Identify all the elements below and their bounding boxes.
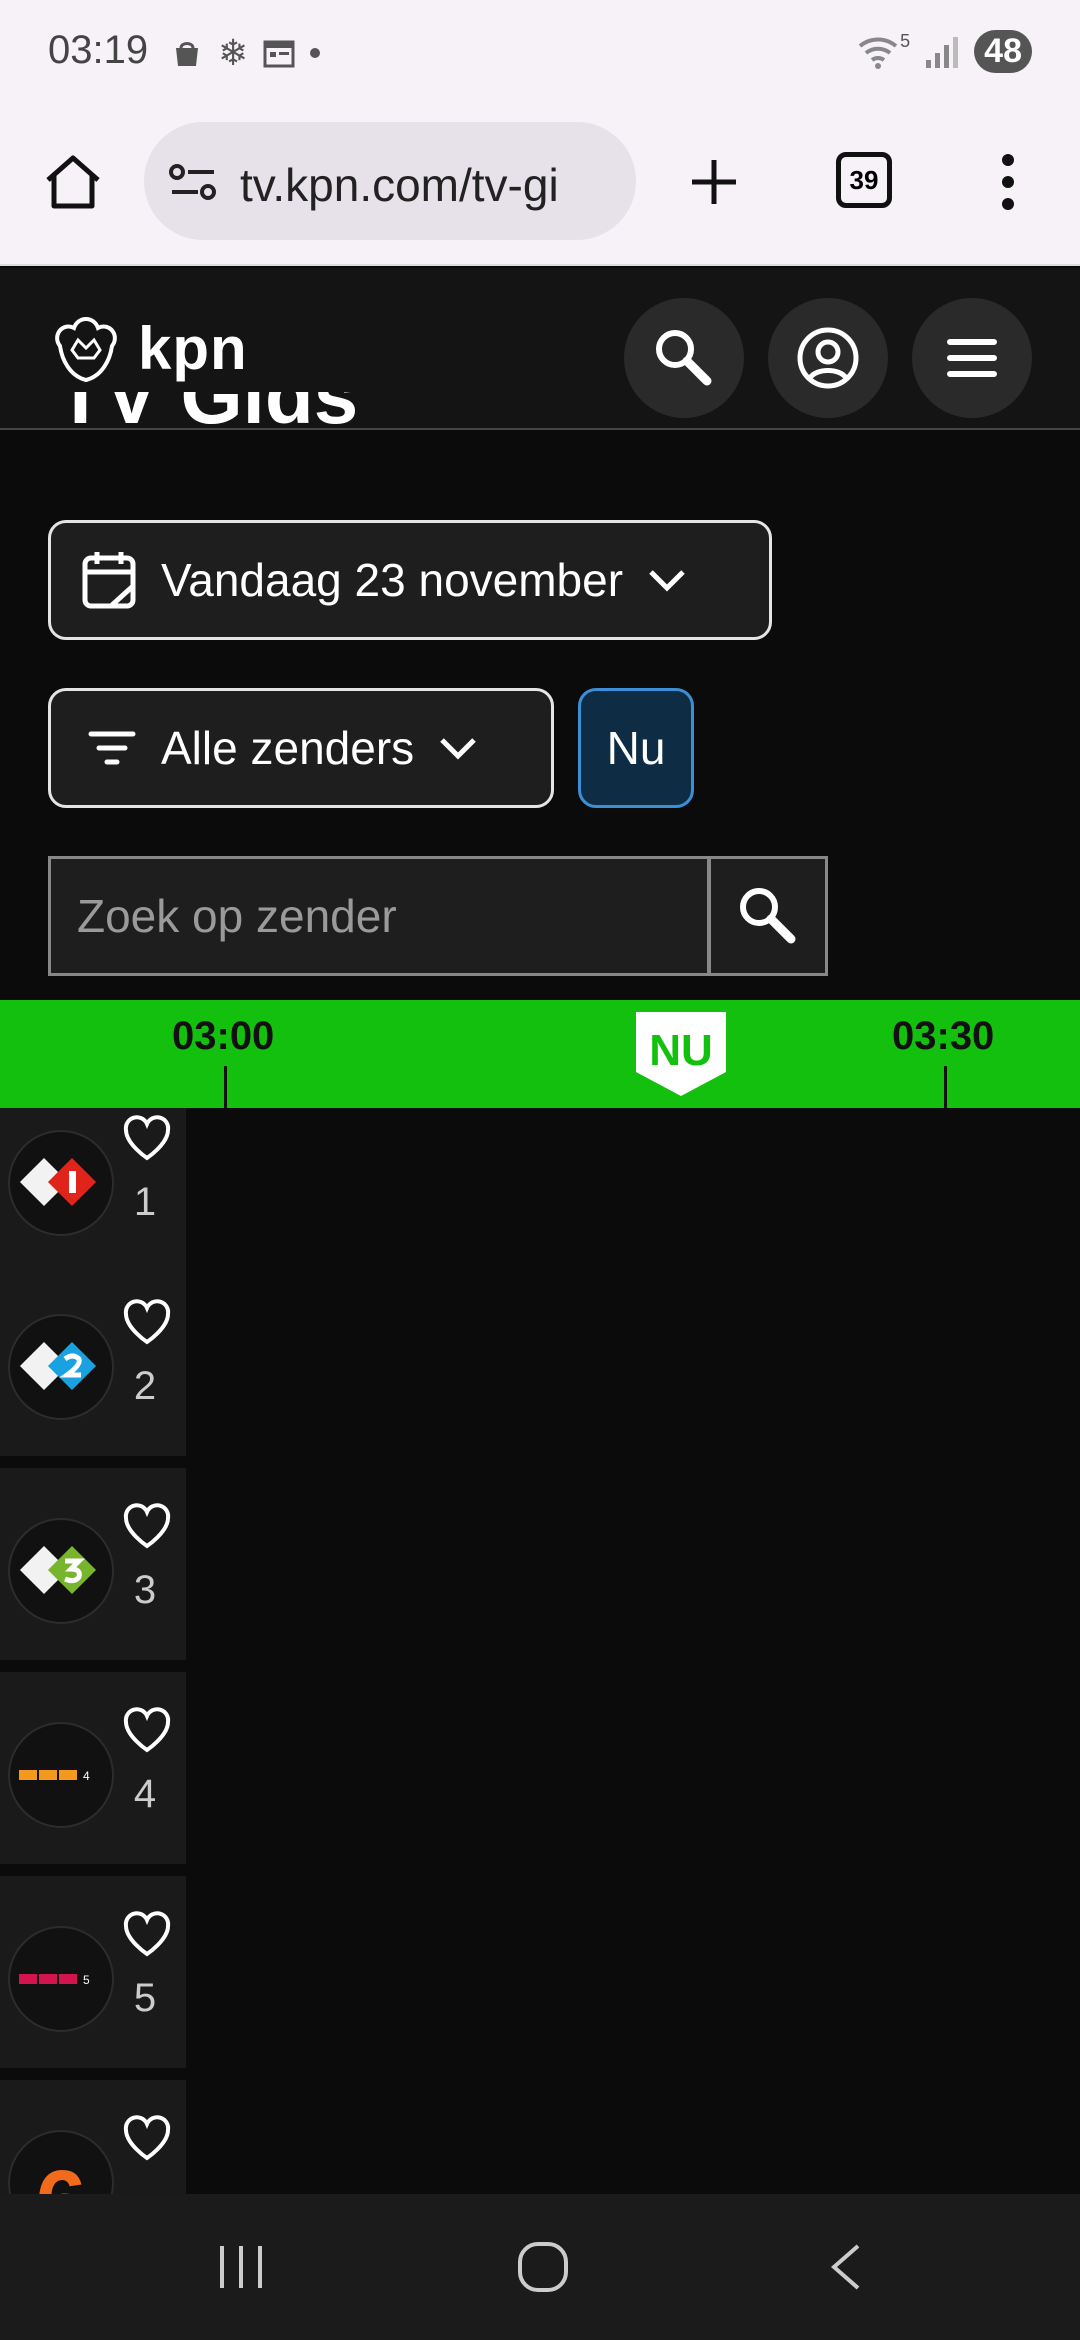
date-label: Vandaag 23 november (161, 554, 624, 606)
channel-number: 1 (133, 1180, 157, 1224)
brand-name: kpn (138, 314, 248, 382)
chevron-down-icon (440, 738, 476, 760)
kpn-logo[interactable]: kpn (46, 308, 248, 388)
channel-row[interactable]: 3 (0, 1468, 186, 1660)
wifi-label: 5 (900, 31, 911, 51)
heart-icon[interactable] (122, 2114, 172, 2162)
calendar-icon (263, 40, 295, 68)
snowflake-icon: ❄ (218, 32, 249, 73)
channel-row[interactable]: 6 (0, 2080, 186, 2194)
channel-number: 4 (133, 1772, 157, 1816)
svg-text:4: 4 (83, 1769, 90, 1783)
channel-row[interactable]: 4 4 (0, 1672, 186, 1864)
heart-icon[interactable] (122, 1502, 172, 1550)
tab-switcher-button[interactable]: 39 (836, 152, 892, 208)
header-search-button[interactable] (624, 298, 744, 418)
channel-number: 3 (133, 1568, 157, 1612)
heart-icon[interactable] (122, 1114, 172, 1162)
rtl-4-logo[interactable]: 4 (8, 1722, 114, 1828)
timeline-bar: 03:00 NU 03:30 (0, 1000, 1080, 1108)
recent-apps-icon[interactable] (216, 2242, 266, 2292)
time-label-0300: 03:00 (172, 1014, 275, 1058)
user-icon (797, 327, 859, 389)
channel-search-input[interactable]: Zoek op zender (48, 856, 710, 976)
channel-filter-dropdown[interactable]: Alle zenders (48, 688, 554, 808)
channel-row[interactable]: 1 (0, 1108, 186, 1272)
time-label-0330: 03:30 (892, 1014, 995, 1058)
back-icon[interactable] (826, 2242, 866, 2292)
svg-text:5: 5 (83, 1973, 90, 1987)
chevron-down-icon (649, 570, 685, 592)
rtl-5-logo[interactable]: 5 (8, 1926, 114, 2032)
page-title: TV Gids (56, 392, 358, 432)
time-tick (944, 1066, 947, 1108)
address-bar[interactable]: tv.kpn.com/tv-gi (144, 122, 636, 240)
time-tick (224, 1066, 227, 1108)
npo-3-logo[interactable] (8, 1518, 114, 1624)
new-tab-icon[interactable] (686, 154, 742, 210)
now-button[interactable]: Nu (578, 688, 694, 808)
channel-number: 2 (133, 1364, 157, 1408)
status-system-icons: 5 48 (856, 30, 1032, 73)
channel-filter-label: Alle zenders (161, 722, 415, 774)
hamburger-icon (947, 339, 997, 377)
shopping-bag-icon (176, 42, 198, 66)
npo-2-logo[interactable] (8, 1314, 114, 1420)
crown-icon (55, 317, 117, 383)
wifi-icon (858, 37, 898, 69)
channel-list: 1 2 3 4 4 5 5 6 (0, 1108, 1080, 2194)
heart-icon[interactable] (122, 1298, 172, 1346)
date-selector[interactable]: Vandaag 23 november (48, 520, 772, 640)
home-nav-icon[interactable] (516, 2240, 570, 2294)
site-settings-icon[interactable] (168, 162, 218, 202)
status-notification-icons: ❄ (170, 32, 321, 74)
channel-number: 5 (133, 1976, 157, 2020)
account-button[interactable] (768, 298, 888, 418)
url-text[interactable]: tv.kpn.com/tv-gi (240, 158, 620, 212)
signal-icon (926, 36, 959, 68)
search-icon (740, 888, 796, 944)
browser-toolbar: tv.kpn.com/tv-gi 39 (0, 108, 1080, 266)
channel-row[interactable]: 2 (0, 1264, 186, 1456)
channel-search-button[interactable] (708, 856, 828, 976)
channel-row[interactable]: 5 5 (0, 1876, 186, 2068)
heart-icon[interactable] (122, 1706, 172, 1754)
sbs-6-logo[interactable]: 6 (8, 2130, 114, 2194)
filter-icon (88, 731, 136, 765)
status-time: 03:19 (48, 28, 149, 72)
heart-icon[interactable] (122, 1910, 172, 1958)
more-options-icon[interactable] (996, 152, 1020, 212)
status-bar: 03:19 ❄ 5 48 (0, 0, 1080, 108)
search-icon (656, 330, 712, 386)
battery-indicator: 48 (974, 30, 1032, 73)
now-marker-label: NU (649, 1026, 713, 1075)
dot-icon (310, 48, 321, 58)
system-navigation-bar (0, 2194, 1080, 2340)
menu-button[interactable] (912, 298, 1032, 418)
npo-1-logo[interactable] (8, 1130, 114, 1236)
now-marker[interactable]: NU (636, 1012, 726, 1096)
calendar-icon (82, 552, 136, 609)
home-icon[interactable] (42, 152, 104, 212)
